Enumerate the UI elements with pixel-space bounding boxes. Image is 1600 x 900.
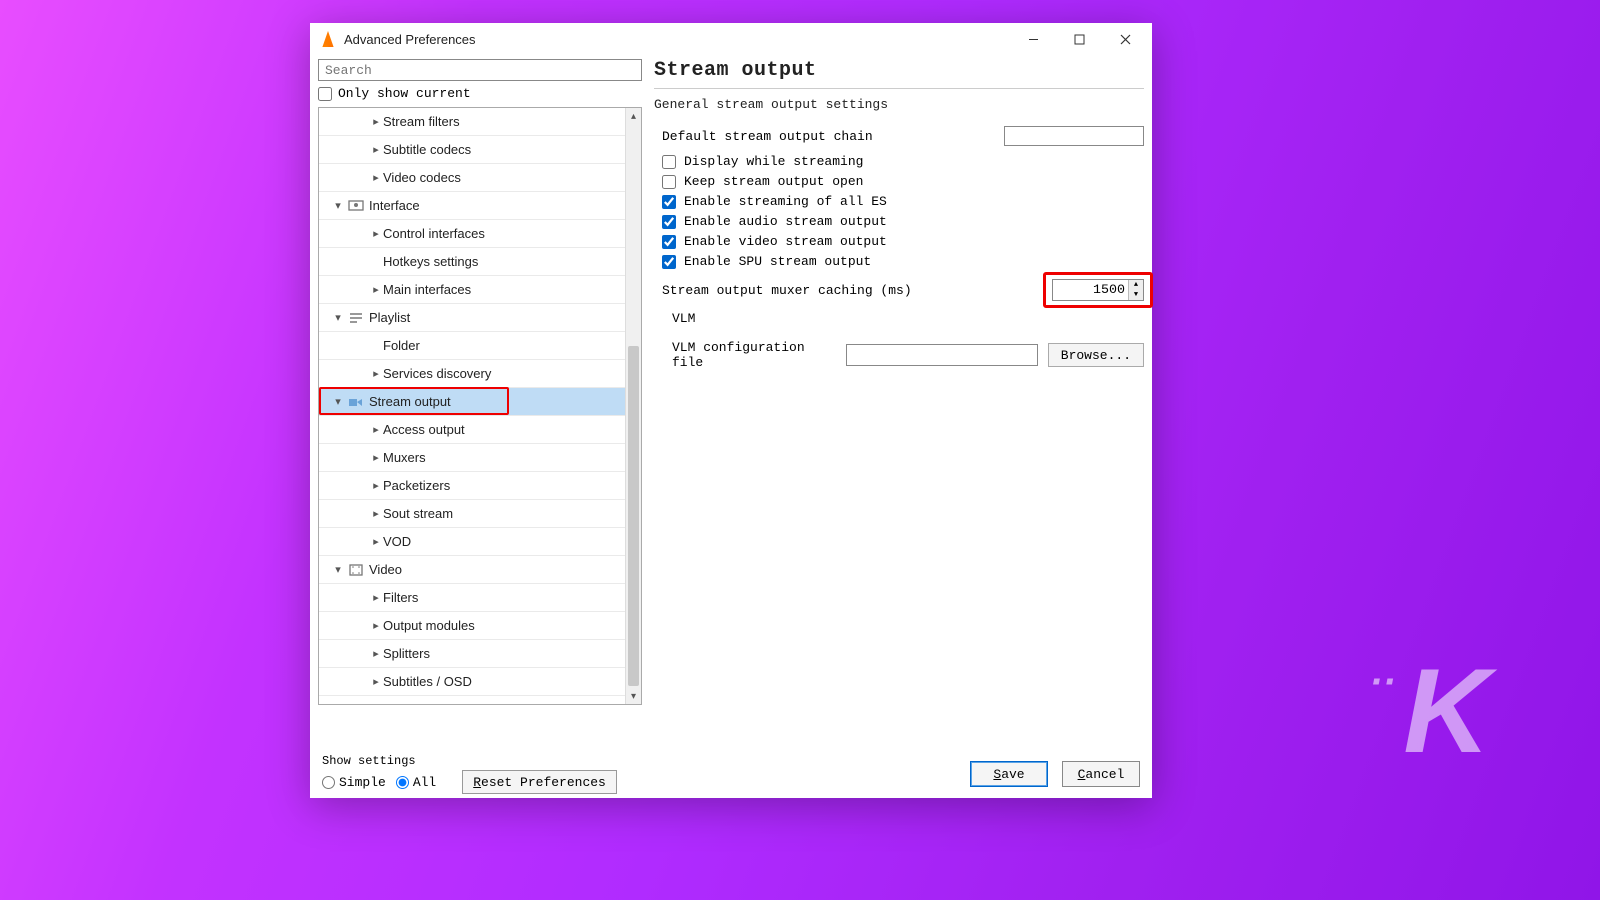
panel-subtitle: General stream output settings: [654, 97, 1144, 112]
chevron-right-icon: ▸: [369, 507, 383, 520]
chevron-down-icon: ▾: [331, 395, 345, 408]
chevron-down-icon: ▾: [331, 199, 345, 212]
minimize-button[interactable]: [1010, 23, 1056, 55]
chevron-right-icon: ▸: [369, 675, 383, 688]
reset-preferences-button[interactable]: Reset Preferences: [462, 770, 617, 794]
chevron-right-icon: ▸: [369, 619, 383, 632]
only-show-current-checkbox[interactable]: Only show current: [318, 86, 642, 101]
tree-item-interface[interactable]: ▾Interface: [319, 192, 641, 220]
chevron-right-icon: ▸: [369, 227, 383, 240]
tree-item-access-output[interactable]: ▸Access output: [319, 416, 641, 444]
muxer-caching-field: ▲ ▼: [1052, 279, 1144, 301]
scroll-thumb[interactable]: [628, 346, 639, 686]
checkbox-enable-streaming-of-all-es[interactable]: [662, 195, 676, 209]
playlist-icon: [347, 309, 365, 327]
spinner-up[interactable]: ▲: [1129, 280, 1143, 290]
checkbox-enable-video-stream-output[interactable]: [662, 235, 676, 249]
checkbox-label: Enable SPU stream output: [684, 254, 871, 269]
checkbox-keep-stream-output-open[interactable]: [662, 175, 676, 189]
tree-item-splitters[interactable]: ▸Splitters: [319, 640, 641, 668]
vlm-file-label: VLM configuration file: [672, 340, 836, 370]
tree-item-folder[interactable]: Folder: [319, 332, 641, 360]
scroll-down-arrow[interactable]: ▾: [626, 688, 641, 704]
checkbox-display-while-streaming[interactable]: [662, 155, 676, 169]
chevron-right-icon: ▸: [369, 591, 383, 604]
stream-icon: [347, 393, 365, 411]
scroll-up-arrow[interactable]: ▴: [626, 108, 641, 124]
only-show-current-box[interactable]: [318, 87, 332, 101]
tree-item-video[interactable]: ▾Video: [319, 556, 641, 584]
tree-item-output-modules[interactable]: ▸Output modules: [319, 612, 641, 640]
checkbox-enable-audio-stream-output[interactable]: [662, 215, 676, 229]
spinner-down[interactable]: ▼: [1129, 290, 1143, 300]
chevron-down-icon: ▾: [331, 563, 345, 576]
checkbox-label: Enable audio stream output: [684, 214, 887, 229]
video-icon: [347, 561, 365, 579]
checkbox-row-5: Enable SPU stream output: [654, 254, 1144, 269]
tree-scrollbar[interactable]: ▴ ▾: [625, 108, 641, 704]
checkbox-enable-spu-stream-output[interactable]: [662, 255, 676, 269]
titlebar[interactable]: Advanced Preferences: [310, 23, 1152, 55]
checkbox-label: Enable streaming of all ES: [684, 194, 887, 209]
tree-item-filters[interactable]: ▸Filters: [319, 584, 641, 612]
tree-item-hotkeys-settings[interactable]: Hotkeys settings: [319, 248, 641, 276]
chevron-right-icon: ▸: [369, 423, 383, 436]
chevron-right-icon: ▸: [369, 647, 383, 660]
checkbox-row-3: Enable audio stream output: [654, 214, 1144, 229]
cancel-button[interactable]: Cancel: [1062, 761, 1140, 787]
vlm-header: VLM: [672, 311, 1144, 326]
tree-item-subtitle-codecs[interactable]: ▸Subtitle codecs: [319, 136, 641, 164]
tree-item-video-codecs[interactable]: ▸Video codecs: [319, 164, 641, 192]
muxer-caching-label: Stream output muxer caching (ms): [662, 283, 912, 298]
vlc-cone-icon: [320, 31, 336, 47]
window-title: Advanced Preferences: [344, 32, 476, 47]
tree-item-sout-stream[interactable]: ▸Sout stream: [319, 500, 641, 528]
close-button[interactable]: [1102, 23, 1148, 55]
watermark-k: K: [1403, 642, 1490, 780]
chevron-right-icon: ▸: [369, 479, 383, 492]
browse-button[interactable]: Browse...: [1048, 343, 1144, 367]
checkbox-label: Keep stream output open: [684, 174, 863, 189]
interface-icon: [347, 197, 365, 215]
mode-simple-radio[interactable]: Simple: [322, 775, 386, 790]
tree-item-vod[interactable]: ▸VOD: [319, 528, 641, 556]
chevron-right-icon: ▸: [369, 535, 383, 548]
checkbox-row-2: Enable streaming of all ES: [654, 194, 1144, 209]
show-settings-label: Show settings: [322, 754, 617, 768]
checkbox-row-4: Enable video stream output: [654, 234, 1144, 249]
panel-title: Stream output: [654, 59, 1144, 82]
default-chain-input[interactable]: [1004, 126, 1144, 146]
chevron-down-icon: ▾: [331, 311, 345, 324]
checkbox-label: Enable video stream output: [684, 234, 887, 249]
tree-item-subtitles-osd[interactable]: ▸Subtitles / OSD: [319, 668, 641, 696]
tree-item-main-interfaces[interactable]: ▸Main interfaces: [319, 276, 641, 304]
chevron-right-icon: ▸: [369, 451, 383, 464]
chevron-right-icon: ▸: [369, 115, 383, 128]
preferences-window: Advanced Preferences Only show current ▸…: [310, 23, 1152, 798]
tree-item-stream-filters[interactable]: ▸Stream filters: [319, 108, 641, 136]
checkbox-row-1: Keep stream output open: [654, 174, 1144, 189]
tree-item-stream-output[interactable]: ▾Stream output: [319, 388, 641, 416]
chevron-right-icon: ▸: [369, 283, 383, 296]
save-button[interactable]: Save: [970, 761, 1048, 787]
tree-item-services-discovery[interactable]: ▸Services discovery: [319, 360, 641, 388]
search-input[interactable]: [318, 59, 642, 81]
tree-item-packetizers[interactable]: ▸Packetizers: [319, 472, 641, 500]
tree-item-control-interfaces[interactable]: ▸Control interfaces: [319, 220, 641, 248]
mode-all-radio[interactable]: All: [396, 775, 436, 790]
only-show-current-label: Only show current: [338, 86, 471, 101]
chevron-right-icon: ▸: [369, 367, 383, 380]
chevron-right-icon: ▸: [369, 143, 383, 156]
tree-item-playlist[interactable]: ▾Playlist: [319, 304, 641, 332]
checkbox-row-0: Display while streaming: [654, 154, 1144, 169]
vlm-file-input[interactable]: [846, 344, 1038, 366]
chevron-right-icon: ▸: [369, 171, 383, 184]
checkbox-label: Display while streaming: [684, 154, 863, 169]
tree-item-muxers[interactable]: ▸Muxers: [319, 444, 641, 472]
default-chain-label: Default stream output chain: [662, 129, 873, 144]
settings-panel: Stream output General stream output sett…: [654, 59, 1144, 750]
maximize-button[interactable]: [1056, 23, 1102, 55]
preferences-tree: ▸Stream filters▸Subtitle codecs▸Video co…: [318, 107, 642, 705]
